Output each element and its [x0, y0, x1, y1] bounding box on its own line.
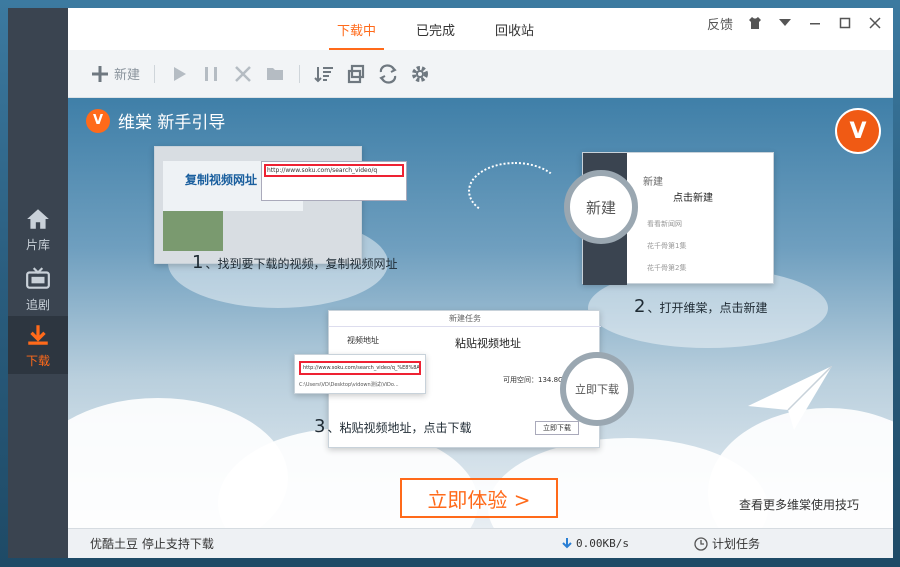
download-speed: 0.00KB/s [562, 537, 629, 550]
video-thumbnail [163, 211, 223, 251]
scheduled-task-button[interactable]: 计划任务 [694, 535, 760, 552]
feedback-link[interactable]: 反馈 [707, 14, 733, 33]
vidown-logo-large-icon: V [835, 108, 881, 154]
refresh-button[interactable] [372, 59, 404, 89]
dotted-arrow [468, 162, 562, 220]
tab-recycle-bin[interactable]: 回收站 [481, 8, 548, 50]
shot3-url: http://www.soku.com/search_video/q_%E8%8… [299, 361, 421, 375]
delete-icon [235, 65, 251, 82]
folder-icon [267, 67, 284, 80]
home-icon [27, 208, 49, 229]
step-2-text: 2 、打开维棠，点击新建 [634, 296, 767, 317]
status-bar: 优酷土豆 停止支持下载 0.00KB/s 计划任务 [68, 528, 893, 558]
step-3-number: 3 [314, 416, 326, 437]
beginner-guide-panel: V 维棠 新手引导 V 复制视频网址 http://www.soku.com/s… [68, 98, 893, 528]
shot2-row: 花千骨第2集 [647, 264, 687, 272]
window-controls: 反馈 [707, 8, 883, 38]
plus-icon [92, 65, 108, 82]
arrow-down-icon [562, 538, 572, 549]
copy-button[interactable] [340, 59, 372, 89]
shot3-space: 可用空间：134.8G [503, 376, 564, 384]
circle-new-text: 新建 [585, 198, 616, 217]
step-3-label: 、粘贴视频地址，点击下载 [327, 421, 472, 435]
try-now-button[interactable]: 立即体验 > [400, 478, 558, 518]
shirt-icon[interactable] [747, 15, 763, 31]
settings-button[interactable] [404, 59, 436, 89]
close-icon[interactable] [867, 15, 883, 31]
step-3-text: 3 、粘贴视频地址，点击下载 [314, 416, 471, 437]
shot2-click: 点击新建 [673, 193, 713, 204]
guide-title-text: 维棠 新手引导 [118, 113, 226, 133]
new-task-button[interactable]: 新建 [84, 59, 146, 89]
tab-bar: 下载中 已完成 回收站 [323, 8, 560, 50]
start-button[interactable] [163, 59, 195, 89]
shot2-rows: 看看新闻网 花千骨第1集 花千骨第2集 [647, 213, 686, 279]
copy-icon [347, 64, 365, 83]
tv-icon [26, 266, 50, 289]
download-icon [28, 324, 48, 345]
settings-icon [412, 65, 429, 82]
circle-download-text: 立即下载 [575, 383, 619, 396]
pause-button[interactable] [195, 59, 227, 89]
pause-icon [205, 66, 218, 81]
toolbar-divider [299, 64, 301, 83]
shot3-path: C:\Users\VD\Desktop\vidown测试\ViDo... [299, 382, 399, 388]
title-bar: 下载中 已完成 回收站 反馈 [68, 8, 893, 50]
paper-plane-icon [748, 366, 832, 430]
address-popup: http://www.soku.com/search_video/q [261, 161, 407, 201]
delete-button[interactable] [227, 59, 259, 89]
shot2-new: 新建 [643, 177, 663, 188]
app-window: 下载中 已完成 回收站 反馈 新建 V 维棠 新手引导 V 复制视频网址 htt… [68, 8, 893, 558]
nav-item-library[interactable]: 片库 [8, 200, 68, 258]
new-task-label: 新建 [114, 68, 141, 83]
nav-item-download[interactable]: 下载 [8, 316, 68, 374]
guide-title: V 维棠 新手引导 [86, 108, 225, 133]
more-tips-link[interactable]: 查看更多维棠使用技巧 [739, 496, 859, 513]
step-1-text: 1 、找到要下载的视频，复制视频网址 [192, 252, 397, 273]
nav-label-series: 追剧 [25, 297, 50, 312]
step-2-number: 2 [634, 296, 646, 317]
url-paste-popup: http://www.soku.com/search_video/q_%E8%8… [294, 354, 426, 394]
tab-downloading[interactable]: 下载中 [323, 8, 390, 50]
nav-label-library: 片库 [25, 237, 50, 252]
shot3-label: 视频地址 [347, 336, 379, 345]
status-message: 优酷土豆 停止支持下载 [90, 537, 214, 551]
vidown-logo-icon: V [86, 108, 110, 133]
scheduled-task-label: 计划任务 [712, 537, 761, 551]
menu-down-icon[interactable] [777, 15, 793, 31]
circle-new-highlight: 新建 [564, 170, 638, 244]
download-speed-value: 0.00KB/s [576, 537, 629, 550]
minimize-icon[interactable] [807, 15, 823, 31]
maximize-icon[interactable] [837, 15, 853, 31]
shot3-paste: 粘贴视频地址 [455, 337, 521, 350]
nav-item-series[interactable]: 追剧 [8, 260, 68, 318]
screenshot-browser: 复制视频网址 http://www.soku.com/search_video/… [154, 146, 407, 264]
shot3-dialog-title: 新建任务 [329, 311, 601, 327]
nav-label-download: 下载 [25, 353, 50, 368]
step-1-number: 1 [192, 252, 204, 273]
sort-icon [314, 66, 334, 82]
open-folder-button[interactable] [259, 59, 291, 89]
tab-completed[interactable]: 已完成 [402, 8, 469, 50]
refresh-icon [379, 63, 397, 84]
clock-icon [694, 536, 708, 551]
toolbar: 新建 [68, 50, 893, 98]
play-icon [174, 66, 187, 81]
toolbar-divider [154, 64, 156, 83]
left-nav: 片库 追剧 下载 [8, 8, 68, 558]
shot2-row: 看看新闻网 [647, 220, 682, 228]
step-1-label: 、找到要下载的视频，复制视频网址 [205, 257, 398, 271]
shot1-url: http://www.soku.com/search_video/q [264, 164, 404, 177]
shot3-download: 立即下载 [535, 421, 579, 435]
sort-button[interactable] [308, 59, 340, 89]
step-2-label: 、打开维棠，点击新建 [647, 301, 768, 315]
circle-download-highlight: 立即下载 [560, 352, 634, 426]
shot2-row: 花千骨第1集 [647, 242, 687, 250]
